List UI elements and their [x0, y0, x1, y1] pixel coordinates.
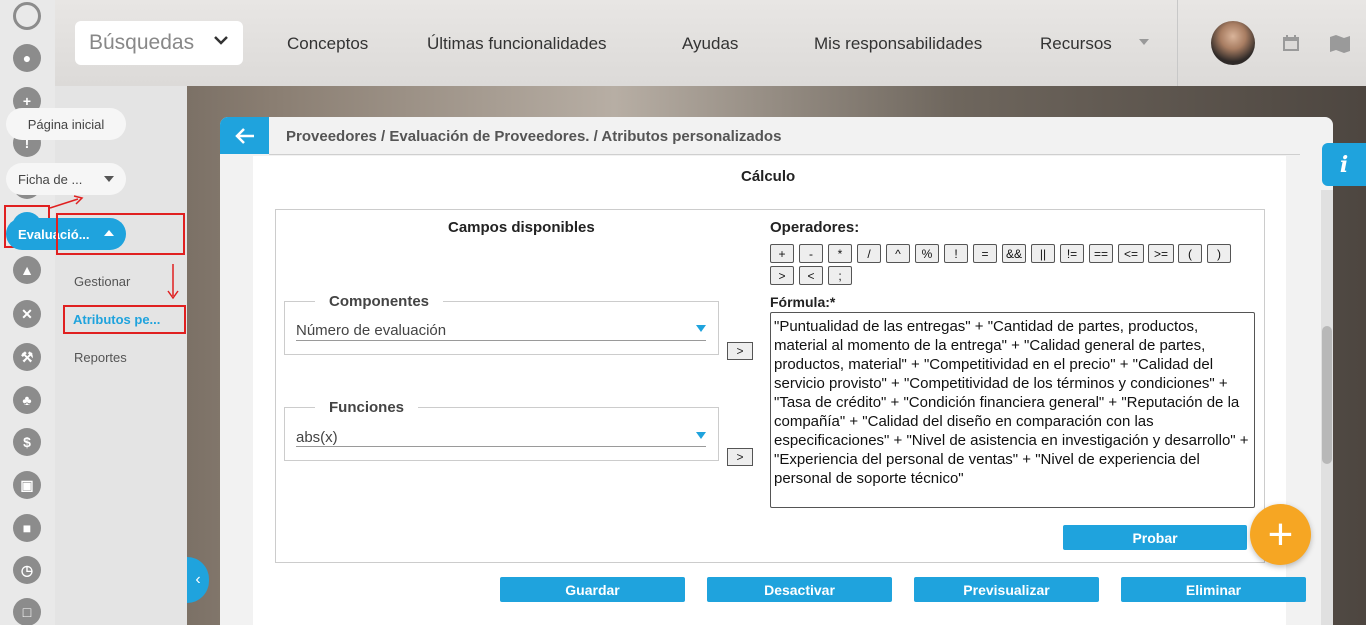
operator-button[interactable]: / — [857, 244, 881, 263]
nav-conceptos[interactable]: Conceptos — [287, 34, 368, 54]
annotation-arrows — [49, 195, 179, 300]
operator-button[interactable]: > — [770, 266, 794, 285]
clock-icon[interactable]: ◷ — [13, 556, 41, 584]
operator-button[interactable]: == — [1089, 244, 1113, 263]
eliminar-button[interactable]: Eliminar — [1121, 577, 1306, 602]
formula-textarea[interactable]: "Puntualidad de las entregas" + "Cantida… — [770, 312, 1255, 508]
operator-button[interactable]: - — [799, 244, 823, 263]
nav-recursos[interactable]: Recursos — [1040, 34, 1112, 54]
add-componente-button[interactable]: > — [727, 342, 753, 360]
operator-button[interactable]: && — [1002, 244, 1026, 263]
map-icon[interactable] — [1329, 32, 1351, 54]
plant-icon[interactable]: ♣ — [13, 386, 41, 414]
desactivar-button[interactable]: Desactivar — [707, 577, 892, 602]
funciones-legend: Funciones — [315, 399, 419, 416]
operator-button[interactable]: || — [1031, 244, 1055, 263]
dropdown-arrow-icon[interactable] — [696, 325, 706, 332]
operator-button[interactable]: < — [799, 266, 823, 285]
factory-icon[interactable]: ▣ — [13, 471, 41, 499]
operator-button[interactable]: % — [915, 244, 939, 263]
operator-button[interactable]: ; — [828, 266, 852, 285]
select-underline — [296, 340, 706, 341]
info-button[interactable]: i — [1322, 143, 1366, 186]
divider — [1177, 0, 1178, 86]
formula-label: Fórmula:* — [770, 294, 836, 310]
avatar[interactable] — [1211, 21, 1255, 65]
operator-button[interactable]: ( — [1178, 244, 1202, 263]
calendar-icon[interactable] — [1280, 32, 1302, 54]
dropdown-arrow-icon[interactable] — [696, 432, 706, 439]
recursos-caret-icon[interactable] — [1139, 39, 1149, 45]
guardar-button[interactable]: Guardar — [500, 577, 685, 602]
document-icon[interactable]: □ — [13, 598, 41, 625]
operator-button[interactable]: = — [973, 244, 997, 263]
operator-button[interactable]: ! — [944, 244, 968, 263]
back-button[interactable] — [220, 117, 269, 154]
probar-button[interactable]: Probar — [1063, 525, 1247, 550]
scrollbar-thumb[interactable] — [1322, 326, 1332, 464]
operator-button[interactable]: <= — [1118, 244, 1144, 263]
select-underline — [296, 446, 706, 447]
operadores-label: Operadores: — [770, 219, 860, 236]
operator-button[interactable]: ^ — [886, 244, 910, 263]
componentes-select[interactable]: Número de evaluación — [296, 322, 446, 339]
add-funcion-button[interactable]: > — [727, 448, 753, 466]
componentes-legend: Componentes — [315, 293, 444, 310]
campos-title: Campos disponibles — [448, 219, 595, 236]
operator-button[interactable]: >= — [1148, 244, 1174, 263]
nav-ayudas[interactable]: Ayudas — [682, 34, 738, 54]
nav-mis-responsabilidades[interactable]: Mis responsabilidades — [814, 34, 982, 54]
operator-button[interactable]: ) — [1207, 244, 1231, 263]
breadcrumb: Proveedores / Evaluación de Proveedores.… — [286, 128, 782, 145]
arrow-left-icon — [234, 127, 254, 144]
gavel-icon[interactable]: ⚒ — [13, 343, 41, 371]
nav-ultimas-funcionalidades[interactable]: Últimas funcionalidades — [427, 34, 607, 54]
operator-button[interactable]: + — [770, 244, 794, 263]
reportes-link[interactable]: Reportes — [74, 350, 127, 365]
operator-button[interactable]: * — [828, 244, 852, 263]
add-fab-button[interactable]: + — [1250, 504, 1311, 565]
chevron-down-icon — [213, 33, 229, 51]
previsualizar-button[interactable]: Previsualizar — [914, 577, 1099, 602]
funciones-select[interactable]: abs(x) — [296, 429, 338, 446]
operator-button[interactable]: != — [1060, 244, 1084, 263]
briefcase-icon[interactable]: ■ — [13, 514, 41, 542]
divider — [269, 154, 1300, 155]
money-bag-icon[interactable]: $ — [13, 428, 41, 456]
section-title: Cálculo — [741, 168, 796, 185]
